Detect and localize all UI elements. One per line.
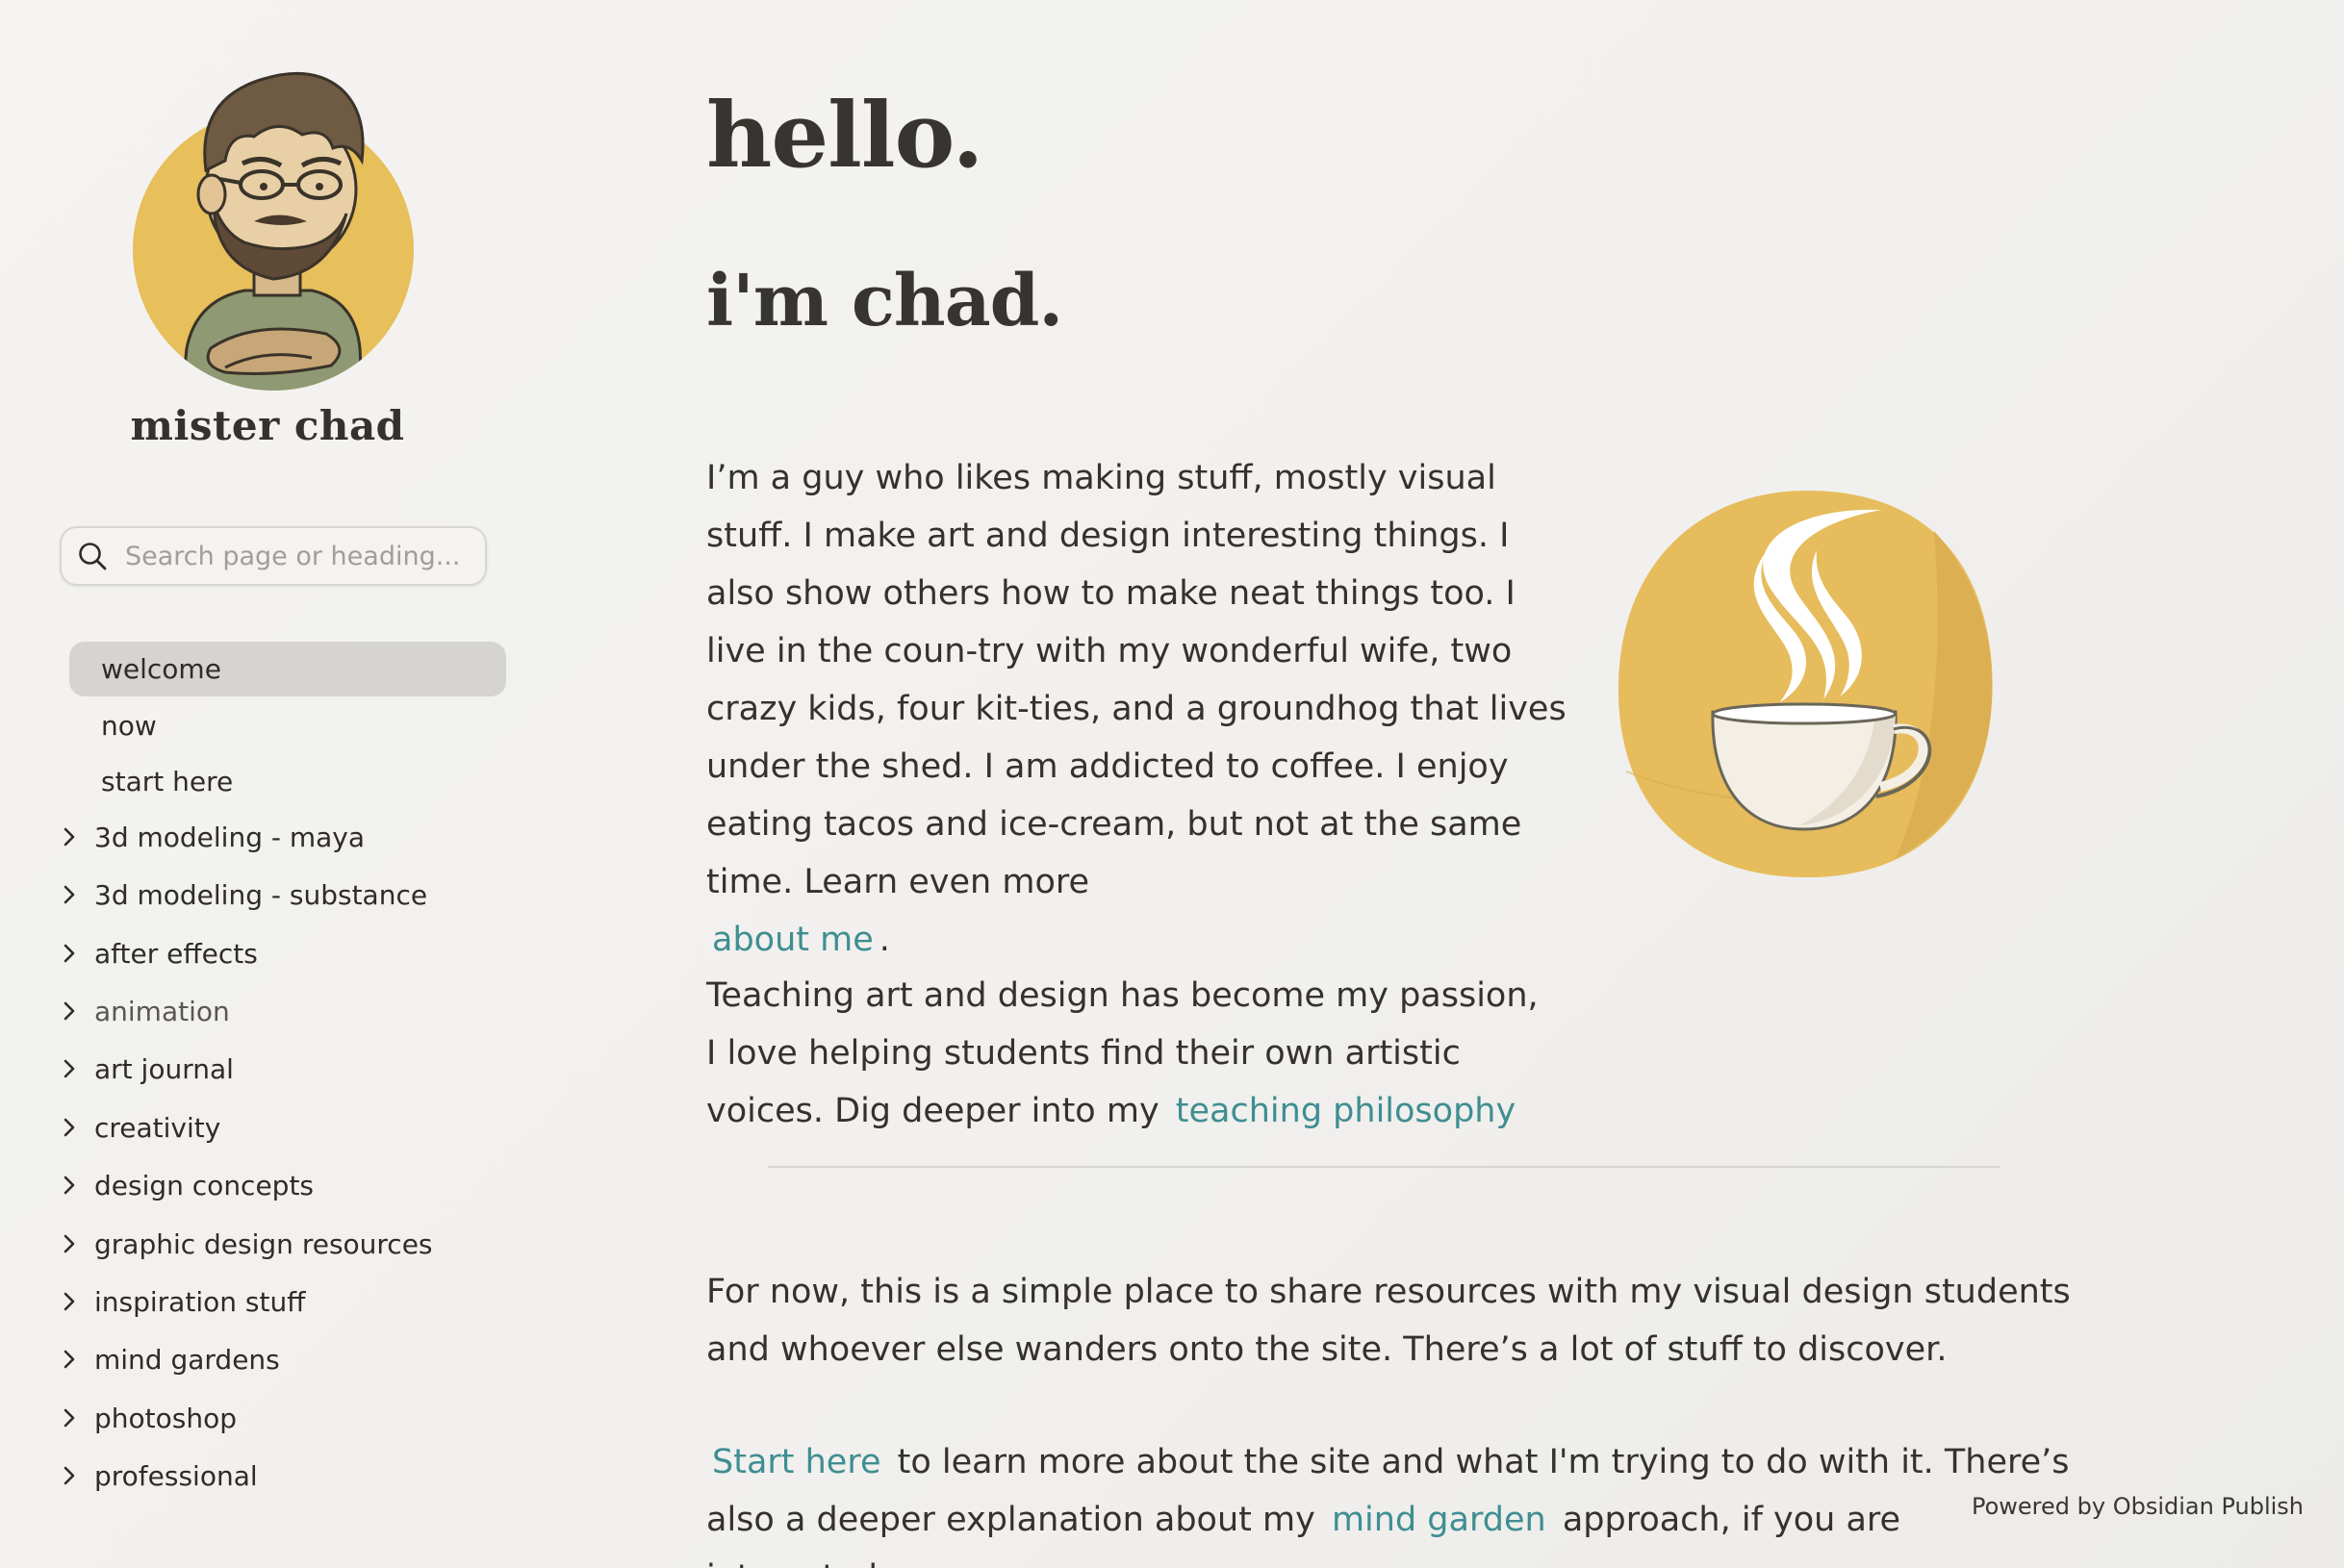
sidebar-folder-mind-gardens[interactable]: mind gardens <box>56 1331 280 1387</box>
sidebar-item-label: now <box>101 709 157 742</box>
sidebar-folder-after-effects[interactable]: after effects <box>56 925 258 981</box>
sidebar-item-now[interactable]: now <box>101 697 157 753</box>
search-box[interactable] <box>60 526 487 586</box>
page-subtitle: i'm chad. <box>706 260 1063 342</box>
chevron-right-icon[interactable] <box>56 881 83 908</box>
sidebar-item-label: design concepts <box>94 1169 315 1201</box>
mind-garden-link[interactable]: mind garden <box>1326 1501 1552 1539</box>
teaching-philosophy-link[interactable]: teaching philosophy <box>1170 1092 1521 1130</box>
sidebar-folder-animation[interactable]: animation <box>56 983 230 1039</box>
chevron-right-icon[interactable] <box>56 1404 83 1431</box>
intro-text: I’m a guy who likes making stuff, mostly… <box>706 459 1567 901</box>
coffee-cup-icon <box>1617 483 1998 881</box>
for-now-paragraph: For now, this is a simple place to share… <box>706 1273 2071 1369</box>
divider <box>768 1166 2000 1168</box>
sidebar-folder-3d-modeling-maya[interactable]: 3d modeling - maya <box>56 809 365 865</box>
sidebar-item-label: graphic design resources <box>94 1227 433 1260</box>
sidebar-item-label: after effects <box>94 937 258 970</box>
sidebar-item-start-here[interactable]: start here <box>101 753 233 809</box>
sidebar-item-label: start here <box>101 765 234 797</box>
sidebar-folder-creativity[interactable]: creativity <box>56 1100 220 1155</box>
chevron-right-icon[interactable] <box>56 1346 83 1373</box>
sidebar-folder-art-journal[interactable]: art journal <box>56 1041 234 1097</box>
sidebar-item-label: welcome <box>101 653 221 685</box>
search-icon <box>73 537 112 575</box>
about-me-link[interactable]: about me <box>706 921 879 959</box>
sidebar-item-welcome[interactable]: welcome <box>69 642 506 696</box>
powered-by-footer[interactable]: Powered by Obsidian Publish <box>1972 1493 2304 1520</box>
start-here-link[interactable]: Start here <box>706 1443 887 1481</box>
sidebar-folder-3d-modeling-substance[interactable]: 3d modeling - substance <box>56 867 427 923</box>
sidebar-item-label: professional <box>94 1459 258 1492</box>
page: mister chad welcome now start here <box>0 0 2344 1568</box>
chevron-right-icon[interactable] <box>56 1230 83 1257</box>
sidebar-folder-design-concepts[interactable]: design concepts <box>56 1157 314 1213</box>
site-name[interactable]: mister chad <box>0 402 535 449</box>
start-here-paragraph: Start here to learn more about the site … <box>706 1433 2073 1568</box>
sidebar-folder-inspiration-stuff[interactable]: inspiration stuff <box>56 1274 305 1329</box>
cartoon-avatar-icon[interactable] <box>119 60 427 402</box>
sidebar-item-label: photoshop <box>94 1402 237 1434</box>
search-input[interactable] <box>123 540 473 572</box>
sidebar: mister chad welcome now start here <box>0 0 577 1568</box>
chevron-right-icon[interactable] <box>56 940 83 967</box>
chevron-right-icon[interactable] <box>56 998 83 1024</box>
sidebar-item-label: animation <box>94 995 230 1027</box>
page-title: hello. <box>706 83 983 189</box>
sidebar-folder-photoshop[interactable]: photoshop <box>56 1390 237 1446</box>
chevron-right-icon[interactable] <box>56 1288 83 1315</box>
sidebar-item-label: mind gardens <box>94 1343 280 1376</box>
sidebar-item-label: 3d modeling - maya <box>94 821 366 853</box>
sidebar-folder-graphic-design-resources[interactable]: graphic design resources <box>56 1216 433 1272</box>
teaching-paragraph: Teaching art and design has become my pa… <box>706 967 1553 1140</box>
sidebar-item-label: 3d modeling - substance <box>94 878 428 911</box>
sidebar-folder-professional[interactable]: professional <box>56 1448 258 1504</box>
chevron-right-icon[interactable] <box>56 1114 83 1141</box>
sidebar-item-label: inspiration stuff <box>94 1285 306 1318</box>
sidebar-item-label: creativity <box>94 1111 221 1144</box>
intro-paragraph: I’m a guy who likes making stuff, mostly… <box>706 449 1572 969</box>
chevron-right-icon[interactable] <box>56 823 83 850</box>
intro-end: . <box>879 921 890 959</box>
sidebar-item-label: art journal <box>94 1052 234 1085</box>
chevron-right-icon[interactable] <box>56 1172 83 1199</box>
chevron-right-icon[interactable] <box>56 1055 83 1082</box>
chevron-right-icon[interactable] <box>56 1462 83 1489</box>
